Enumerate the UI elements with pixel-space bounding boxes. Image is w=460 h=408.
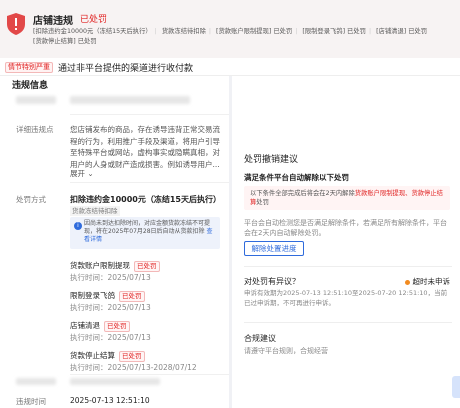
info-notice: i 因尚未到达扣除时间，对应金额货款冻结不可提现，将在2025年07月28日后自…: [70, 217, 220, 249]
condition-title: 满足条件平台自动解除以下处罚: [244, 173, 349, 182]
violation-reason: 通过非平台提供的渠道进行收付款: [58, 64, 194, 74]
appeal-status: 超时未申诉: [404, 276, 450, 287]
execution-time: 执行时间：2025/07/13: [70, 303, 151, 312]
redacted-value: [70, 378, 160, 385]
penalty-tag: 货款冻结待扣除: [161, 28, 206, 35]
penalty-item: 店铺清退 已处罚: [70, 320, 130, 332]
divider: [70, 374, 229, 375]
compliance-text: 请遵守平台规则，合规经营: [244, 347, 328, 355]
status-badge: 已处罚: [119, 291, 145, 302]
divider: [70, 114, 229, 115]
penalty-label: 处罚方式: [16, 195, 46, 204]
divider: [244, 322, 452, 323]
status-badge: 已处罚: [134, 261, 160, 272]
release-progress-button[interactable]: 解除处置进度: [244, 241, 304, 256]
header-title: 店铺违规: [33, 16, 73, 27]
condition-box: 以下条件全部完成后将会在2天内解除货款账户限制提现、货款停止结算处罚: [244, 186, 450, 210]
violation-time-label: 违规时间: [16, 397, 46, 406]
redacted-value: [70, 96, 190, 104]
penalty-tag: [货款账户限制提现] 已处罚: [216, 28, 293, 35]
penalty-item: 货款停止结算 已处罚: [70, 350, 145, 362]
penalty-item: 货款账户限制提现 已处罚: [70, 260, 160, 272]
penalty-tag: [货款停止结算] 已处罚: [33, 38, 97, 45]
divider: [70, 182, 229, 183]
compliance-title: 合规建议: [244, 334, 276, 343]
penalty-tags: [扣除违约金10000元（冻结15天后执行） | 货款冻结待扣除 | [货款账户限制…: [33, 28, 428, 45]
penalty-title: 扣除违约金10000元（冻结15天后执行）: [70, 195, 221, 204]
violation-time: 2025-07-13 12:51:10: [70, 396, 150, 405]
penalty-tag: [店铺清退] 已处罚: [376, 28, 428, 35]
chevron-down-icon: ⌄: [85, 169, 94, 178]
auto-release-desc: 平台会自动检测您是否满足解除条件，若满足所有解除条件，平台会在2天内自动解除处罚…: [244, 219, 447, 237]
condition-suffix: 处罚: [256, 199, 269, 206]
expand-link[interactable]: 展开 ⌄: [70, 168, 94, 179]
status-badge: 已处罚: [119, 351, 145, 362]
appeal-title: 对处罚有异议？: [244, 277, 300, 286]
detail-label: 详细违规点: [16, 125, 54, 134]
status-badge: 已处罚: [104, 321, 130, 332]
execution-time: 执行时间：2025/07/13-2028/07/12: [70, 363, 197, 372]
redacted-label: [16, 378, 56, 385]
execution-time: 执行时间：2025/07/13: [70, 273, 151, 282]
info-icon: i: [74, 222, 82, 230]
redacted-label: [16, 96, 56, 104]
violation-header: 店铺违规 已处罚 [扣除违约金10000元（冻结15天后执行） | 货款冻结待扣除…: [0, 0, 460, 58]
revocation-panel: 处罚撤销建议 满足条件平台自动解除以下处罚 以下条件全部完成后将会在2天内解除货…: [232, 76, 460, 408]
penalty-sub-tag: 货款冻结待扣除: [70, 206, 120, 216]
severity-badge: 情节特别严重: [5, 62, 53, 73]
appeal-desc: 申诉有效期为2025-07-13 12:51:10至2025-07-20 12:…: [244, 289, 448, 307]
shield-alert-icon: [7, 13, 25, 35]
condition-text: 以下条件全部完成后将会在2天内解除: [250, 190, 355, 197]
header-status: 已处罚: [80, 15, 108, 25]
execution-time: 执行时间：2025/07/13: [70, 333, 151, 342]
revocation-title: 处罚撤销建议: [244, 155, 299, 165]
violation-info-title: 违规信息: [12, 81, 49, 91]
status-dot-icon: [404, 279, 410, 285]
info-text: 因尚未到达扣除时间，对应金额货款冻结不可提现，将在2025年07月28日后自动从…: [84, 220, 211, 235]
penalty-tag: [限制登录飞鸽] 已处罚: [302, 28, 366, 35]
penalty-tag: [扣除违约金10000元（冻结15天后执行）: [33, 28, 152, 35]
violation-info-panel: 违规信息 详细违规点 您店铺发布的商品，存在诱导违背正常交易流程的行为，利用推广…: [0, 76, 229, 408]
severity-alert: 情节特别严重 通过非平台提供的渠道进行收付款: [0, 58, 460, 76]
divider: [244, 266, 452, 267]
detail-text: 您店铺发布的商品，存在诱导违背正常交易流程的行为，利用推广手段及渠道，将用户引导…: [70, 125, 220, 169]
penalty-item: 限制登录飞鸽 已处罚: [70, 290, 145, 302]
floating-help-tab[interactable]: [452, 376, 460, 398]
